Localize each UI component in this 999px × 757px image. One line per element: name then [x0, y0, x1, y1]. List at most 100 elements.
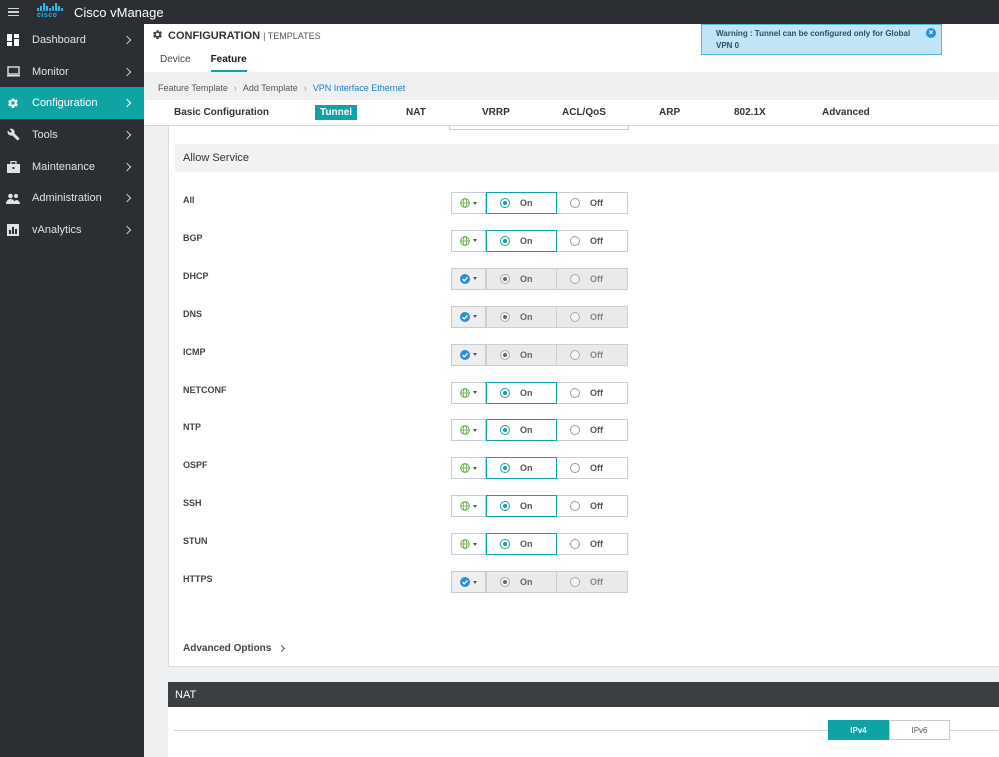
- service-label: NTP: [183, 422, 201, 433]
- scope-dropdown[interactable]: [451, 343, 486, 366]
- caret-down-icon: [473, 542, 477, 546]
- breadcrumb-item[interactable]: Feature Template: [158, 83, 228, 93]
- radio-off[interactable]: Off: [557, 192, 628, 214]
- caret-down-icon: [473, 580, 477, 584]
- radio-on[interactable]: On: [486, 267, 557, 290]
- service-row-dns: DNS On Off: [169, 305, 999, 328]
- radio-on[interactable]: On: [486, 533, 557, 556]
- service-label: BGP: [183, 232, 203, 243]
- tab-acl-qos[interactable]: ACL/QoS: [562, 107, 606, 118]
- monitor-icon: [6, 65, 20, 79]
- scope-dropdown[interactable]: [451, 267, 486, 290]
- app-title: Cisco vManage: [74, 4, 164, 20]
- globe-icon: [460, 198, 470, 208]
- sidebar-item-monitor[interactable]: Monitor: [0, 56, 144, 88]
- tab-vrrp[interactable]: VRRP: [482, 107, 510, 118]
- scope-dropdown[interactable]: [451, 533, 486, 556]
- radio-on[interactable]: On: [486, 305, 557, 328]
- radio-off[interactable]: Off: [557, 571, 628, 593]
- chevron-right-icon: [122, 67, 132, 76]
- chevron-right-icon: [122, 35, 132, 45]
- chevron-right-icon: [122, 98, 132, 108]
- sidebar-item-vanalytics[interactable]: vAnalytics: [0, 214, 144, 246]
- service-label: SSH: [183, 498, 202, 509]
- tab-device[interactable]: Device: [160, 54, 191, 72]
- menu-icon[interactable]: [2, 0, 24, 24]
- radio-on[interactable]: On: [486, 381, 557, 404]
- service-row-ntp: NTP On Off: [169, 419, 999, 442]
- radio-off[interactable]: Off: [557, 229, 628, 252]
- service-row-netconf: NETCONF On Off: [169, 381, 999, 404]
- radio-off[interactable]: Off: [557, 305, 628, 328]
- service-row-all: All On Off: [169, 192, 999, 214]
- radio-on[interactable]: On: [486, 495, 557, 518]
- nat-header: NAT: [168, 682, 999, 707]
- scope-dropdown[interactable]: [451, 419, 486, 442]
- tab-tunnel[interactable]: Tunnel: [315, 105, 358, 120]
- radio-on[interactable]: On: [486, 229, 557, 252]
- users-icon: [6, 191, 20, 205]
- scope-dropdown[interactable]: [451, 381, 486, 404]
- sidebar-item-label: Maintenance: [32, 160, 95, 173]
- sidebar-item-configuration[interactable]: Configuration: [0, 87, 144, 120]
- scope-dropdown[interactable]: [451, 192, 486, 214]
- tab-basic-configuration[interactable]: Basic Configuration: [174, 107, 269, 118]
- caret-down-icon: [473, 504, 477, 508]
- caret-down-icon: [473, 201, 477, 205]
- sidebar-item-label: Tools: [32, 128, 58, 141]
- scope-dropdown[interactable]: [451, 457, 486, 480]
- allow-service-header: Allow Service: [175, 144, 999, 172]
- ipv6-tab[interactable]: IPv6: [889, 720, 950, 740]
- scope-dropdown[interactable]: [451, 495, 486, 518]
- radio-off[interactable]: Off: [557, 533, 628, 556]
- check-circle-icon: [460, 577, 470, 587]
- service-label: DNS: [183, 308, 203, 319]
- scope-dropdown[interactable]: [451, 229, 486, 252]
- service-label: All: [183, 195, 195, 205]
- radio-on[interactable]: On: [486, 419, 557, 442]
- sidebar-item-maintenance[interactable]: Maintenance: [0, 151, 144, 183]
- radio-on[interactable]: On: [486, 192, 557, 214]
- scope-dropdown[interactable]: [451, 305, 486, 328]
- service-row-ssh: SSH On Off: [169, 495, 999, 518]
- chevron-right-icon: [122, 225, 132, 235]
- sidebar-item-dashboard[interactable]: Dashboard: [0, 24, 144, 56]
- advanced-options-toggle[interactable]: Advanced Options: [183, 643, 286, 654]
- close-icon[interactable]: ×: [926, 28, 936, 38]
- sidebar-item-tools[interactable]: Tools: [0, 119, 144, 151]
- radio-off[interactable]: Off: [557, 495, 628, 518]
- tab-nat[interactable]: NAT: [406, 107, 426, 118]
- radio-off[interactable]: Off: [557, 381, 628, 404]
- radio-on[interactable]: On: [486, 457, 557, 480]
- section-tabs: Basic Configuration Tunnel NAT VRRP ACL/…: [144, 100, 999, 126]
- radio-off[interactable]: Off: [557, 267, 628, 290]
- ipv4-tab[interactable]: IPv4: [828, 720, 889, 740]
- caret-down-icon: [473, 428, 477, 432]
- sidebar-item-label: Dashboard: [32, 33, 86, 46]
- tab-feature[interactable]: Feature: [210, 54, 247, 72]
- analytics-icon: [6, 223, 20, 237]
- radio-on[interactable]: On: [486, 571, 557, 593]
- radio-on[interactable]: On: [486, 343, 557, 366]
- wrench-icon: [6, 128, 20, 142]
- caret-down-icon: [473, 353, 477, 357]
- service-label: HTTPS: [183, 574, 213, 584]
- radio-off[interactable]: Off: [557, 419, 628, 442]
- radio-off[interactable]: Off: [557, 457, 628, 480]
- service-label: OSPF: [183, 460, 208, 471]
- caret-down-icon: [473, 466, 477, 470]
- main-content: CONFIGURATION | TEMPLATES Device Feature…: [144, 24, 999, 757]
- top-bar: cisco Cisco vManage: [0, 0, 999, 24]
- radio-off[interactable]: Off: [557, 343, 628, 366]
- tab-advanced[interactable]: Advanced: [822, 107, 870, 118]
- sidebar-item-label: Configuration: [32, 97, 98, 110]
- sidebar-item-administration[interactable]: Administration: [0, 182, 144, 214]
- tab-8021x[interactable]: 802.1X: [734, 107, 766, 118]
- globe-icon: [460, 425, 470, 436]
- scope-dropdown[interactable]: [451, 571, 486, 593]
- globe-icon: [460, 236, 470, 246]
- cisco-logo: cisco: [36, 2, 66, 22]
- check-circle-icon: [460, 311, 470, 322]
- tab-arp[interactable]: ARP: [659, 107, 680, 118]
- breadcrumb-item[interactable]: Add Template: [243, 83, 298, 93]
